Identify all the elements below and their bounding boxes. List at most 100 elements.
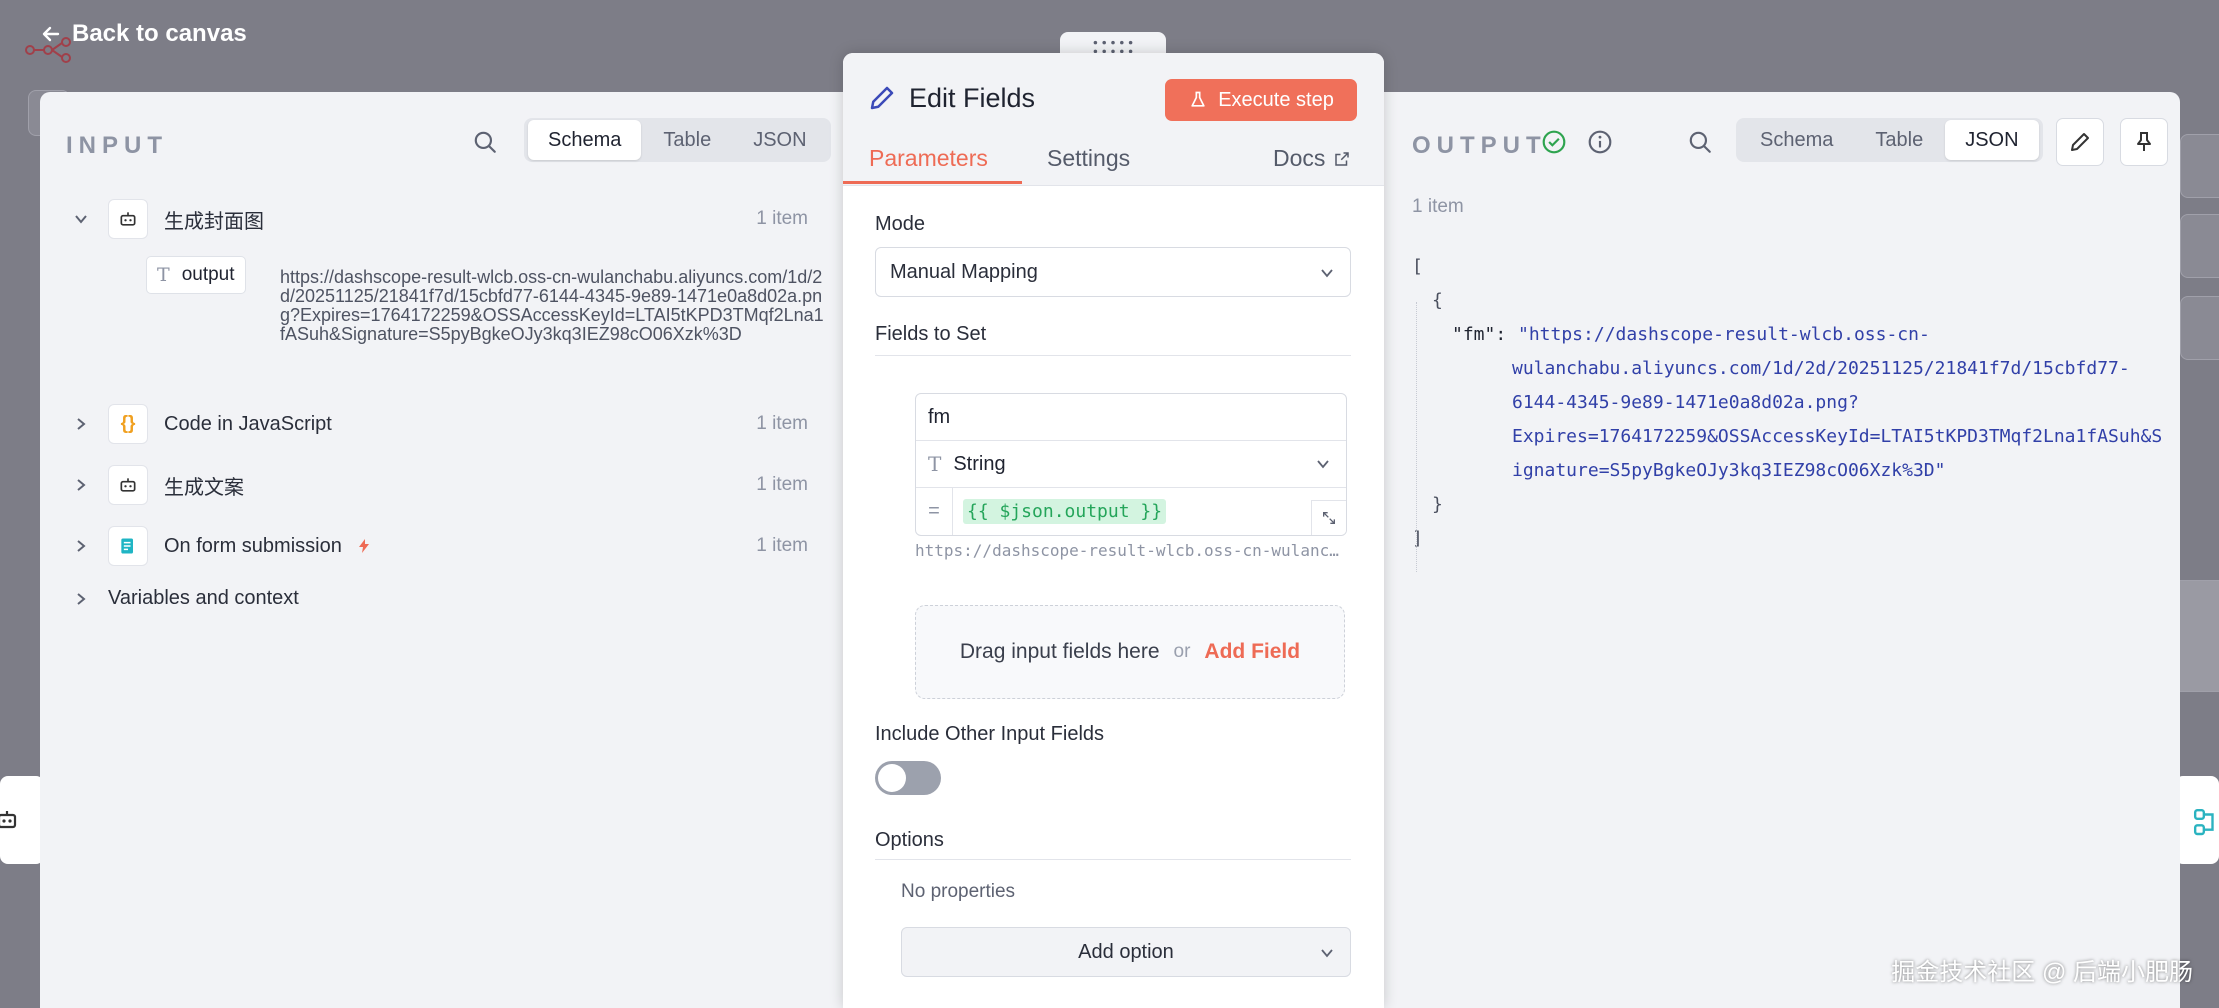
output-item-count: 1 item [1412,196,1464,217]
output-view-schema[interactable]: Schema [1740,120,1853,160]
pencil-icon [2071,133,2089,151]
search-icon[interactable] [1687,129,1713,155]
input-node-name: Code in JavaScript [164,412,332,435]
chevron-down-icon [1321,269,1333,278]
form-icon [108,526,148,566]
json-value-line: "https://dashscope-result-wlcb.oss-cn- [1518,324,1930,345]
input-field-name: output [181,264,235,285]
input-node-count: 1 item [756,413,808,434]
input-node-count: 1 item [756,208,808,229]
input-field-chip[interactable]: T output [146,256,246,294]
field-assignment: fm T String = {{ $json.output }} [915,393,1347,536]
expression-preview: https://dashscope-result-wlcb.oss-cn-wul… [915,541,1345,560]
robot-icon [0,811,17,829]
add-option-select[interactable]: Add option [901,927,1351,977]
input-node-row[interactable]: {} Code in JavaScript 1 item [72,404,832,444]
pin-output-button[interactable] [2120,118,2168,166]
json-indent-guide [1416,302,1418,572]
options-label: Options [875,829,944,851]
output-view-table[interactable]: Table [1855,120,1943,160]
include-other-label: Include Other Input Fields [875,723,1105,745]
active-tab-indicator [843,181,1022,184]
variables-context-label: Variables and context [108,587,299,609]
input-field-value: https://dashscope-result-wlcb.oss-cn-wul… [280,267,824,344]
add-option-label: Add option [1078,940,1174,963]
string-type-icon: T [157,264,170,286]
input-panel: INPUT Schema Table JSON 生成封面图 1 item T o… [40,92,843,1008]
pin-icon [2137,132,2151,151]
input-node-count: 1 item [756,535,808,556]
workflow-icon [2193,808,2214,836]
json-value-line: Expires=1764172259&OSSAccessKeyId=LTAI5t… [1512,426,2163,447]
output-json-viewer: [ { "fm": "https://dashscope-result-wlcb… [1412,250,2162,556]
drop-field-zone[interactable]: Drag input fields here or Add Field [915,605,1345,699]
input-node-row[interactable]: 生成文案 1 item [72,465,832,505]
robot-icon [108,465,148,505]
field-name-input[interactable]: fm [916,394,1346,441]
field-value-expression[interactable]: = {{ $json.output }} [916,488,1346,535]
flask-icon [1191,91,1205,107]
include-other-toggle[interactable] [875,761,941,795]
expression-text: {{ $json.output }} [963,499,1167,524]
field-type-select[interactable]: T String [916,441,1346,488]
input-node-row[interactable]: On form submission 1 item [72,526,832,566]
edit-output-button[interactable] [2056,118,2104,166]
input-view-table[interactable]: Table [643,120,731,160]
input-view-schema[interactable]: Schema [528,120,642,160]
info-icon[interactable] [1587,129,1613,155]
curly-braces-icon: {} [108,404,148,444]
input-view-json[interactable]: JSON [733,120,826,160]
dropzone-text: Drag input fields here [959,640,1160,663]
chevron-down-icon [1317,460,1329,469]
section-divider [875,859,1351,860]
canvas-node-stub [2180,296,2219,360]
search-icon[interactable] [472,129,498,155]
section-divider [875,355,1351,356]
chevron-down-icon [75,215,87,224]
json-open-bracket: [ [1412,256,1423,277]
fields-to-set-label: Fields to Set [875,323,987,345]
editor-header: Edit Fields Execute step Parameters Sett… [843,53,1384,186]
mode-label: Mode [875,213,926,235]
variables-context-row[interactable]: Variables and context [72,587,299,610]
back-to-canvas-button[interactable]: Back to canvas [40,20,247,48]
docs-link[interactable]: Docs [1273,145,1351,172]
input-node-name: 生成文案 [164,476,244,499]
success-check-icon [1542,130,1566,154]
tab-settings[interactable]: Settings [1047,145,1130,172]
input-view-switcher: Schema Table JSON [524,118,831,162]
left-node-handle[interactable] [0,776,44,864]
input-node-name: On form submission [164,534,342,557]
chevron-right-icon [77,540,86,552]
json-open-brace: { [1432,290,1443,311]
field-type-value: String [953,452,1006,475]
right-node-handle[interactable] [2175,776,2219,864]
tab-parameters[interactable]: Parameters [869,145,988,172]
robot-icon [108,199,148,239]
docs-label: Docs [1273,145,1326,171]
mode-select[interactable]: Manual Mapping [875,247,1351,297]
json-value[interactable]: "https://dashscope-result-wlcb.oss-cn- w… [1512,318,2162,488]
execute-step-button[interactable]: Execute step [1165,79,1357,121]
expand-expression-button[interactable] [1311,500,1346,535]
canvas-node-stub [2180,214,2219,278]
editor-title[interactable]: Edit Fields [909,83,1035,114]
output-title: OUTPUT [1412,132,1547,159]
lightning-icon [358,539,369,553]
input-node-count: 1 item [756,474,808,495]
json-key: "fm": [1452,324,1507,345]
output-view-json[interactable]: JSON [1945,120,2039,160]
toggle-knob [878,764,906,792]
execute-step-label: Execute step [1218,88,1334,111]
equals-icon: = [916,488,953,535]
back-to-canvas-label: Back to canvas [72,20,247,47]
json-close-brace: } [1432,494,1443,515]
mode-value: Manual Mapping [890,260,1038,283]
json-entry: "fm": "https://dashscope-result-wlcb.oss… [1412,318,2162,488]
external-link-icon [1335,151,1350,166]
no-properties-label: No properties [901,881,1016,902]
input-node-row[interactable]: 生成封面图 1 item [72,199,832,239]
chevron-right-icon [77,479,86,491]
add-field-button[interactable]: Add Field [1204,640,1300,664]
output-view-switcher: Schema Table JSON [1736,118,2043,162]
